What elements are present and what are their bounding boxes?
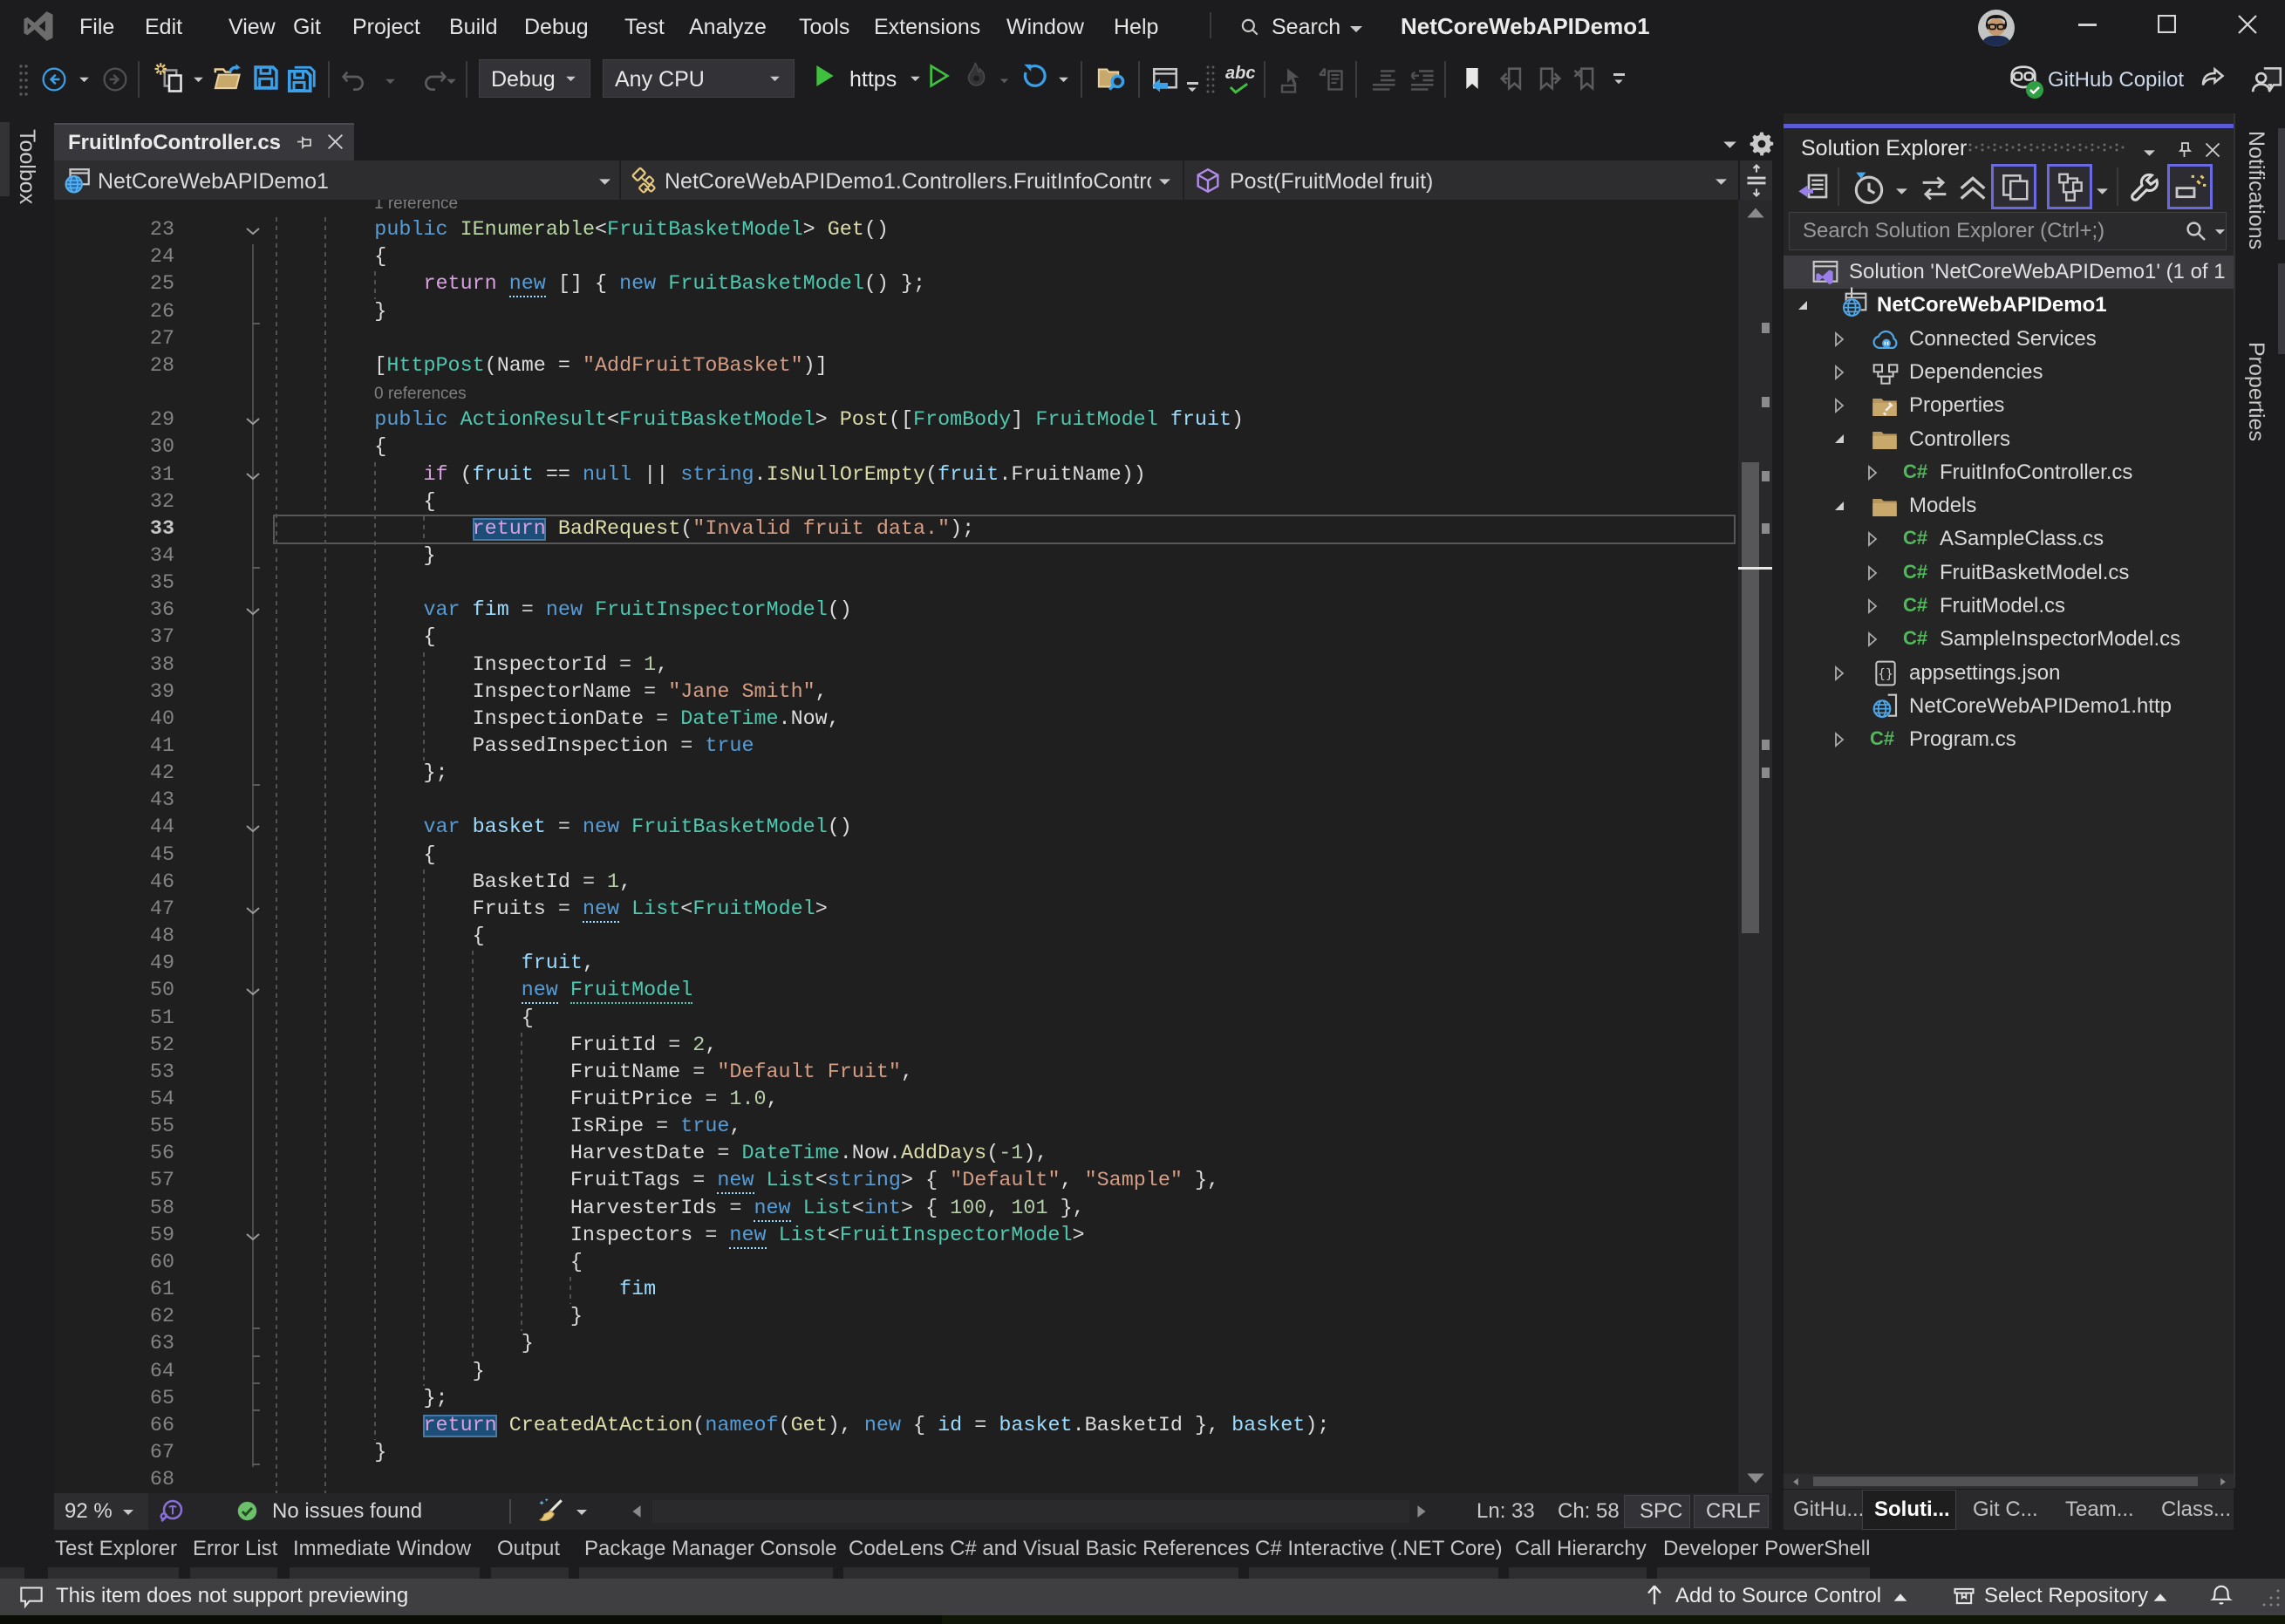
svg-text:{}: {} bbox=[1878, 666, 1893, 681]
